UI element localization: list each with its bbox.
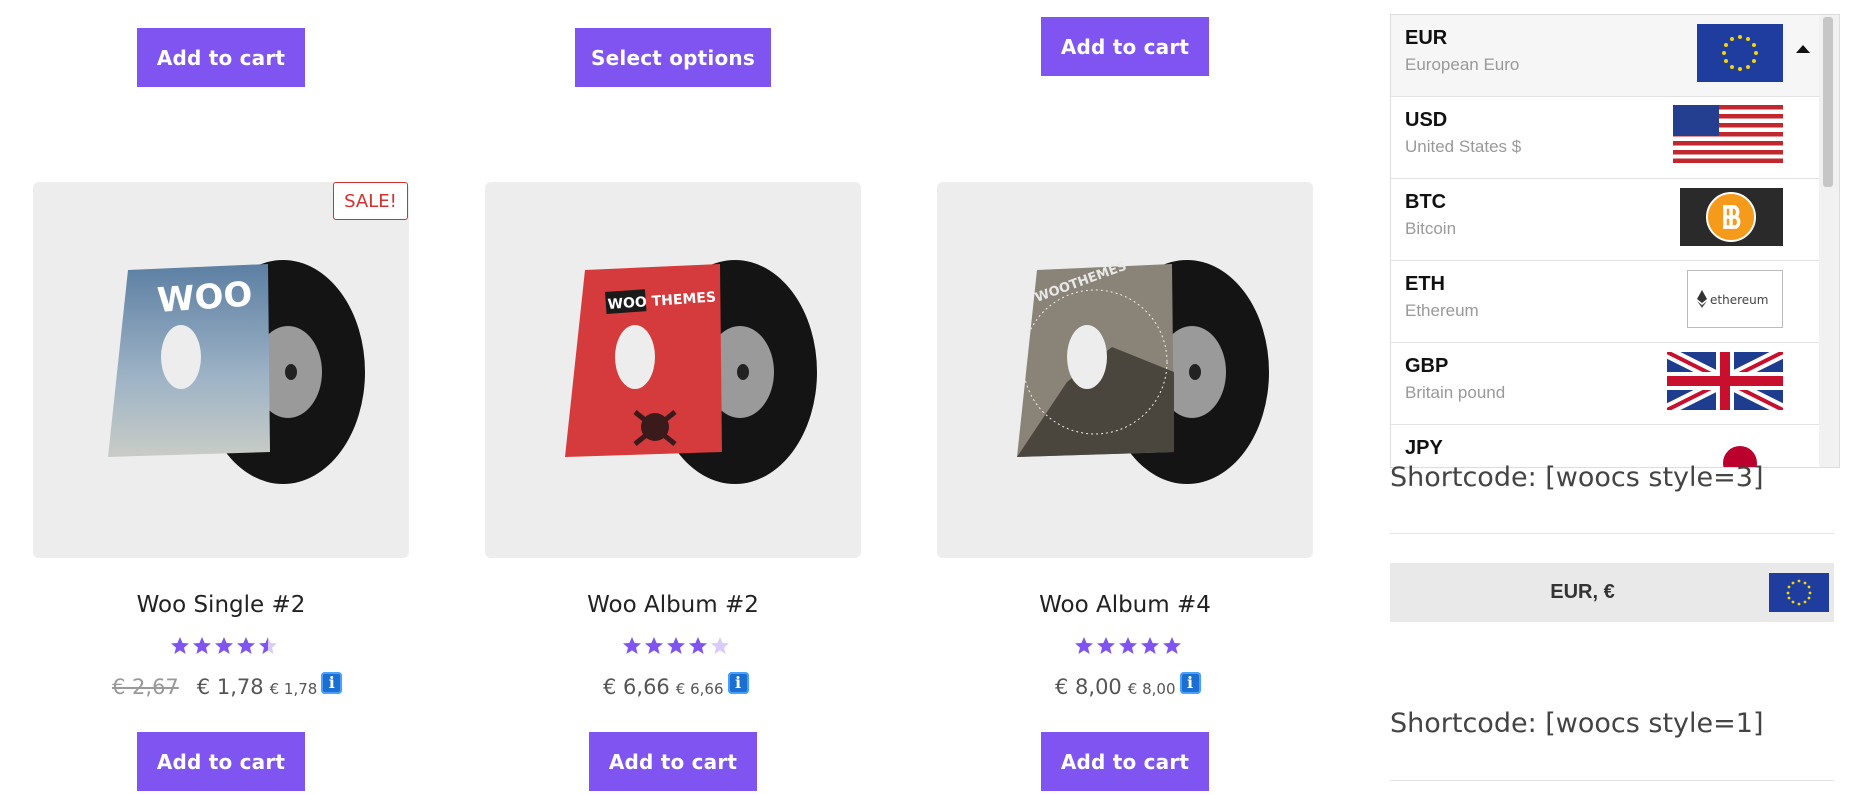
- us-flag-icon: [1673, 105, 1783, 163]
- currency-option-gbp[interactable]: GBP Britain pound: [1391, 343, 1819, 425]
- price: € 6,66: [603, 675, 670, 699]
- currency-code: USD: [1405, 109, 1448, 131]
- product-image[interactable]: WOOTHEMES: [937, 182, 1313, 558]
- info-icon[interactable]: i: [321, 672, 343, 694]
- divider: [1390, 780, 1834, 781]
- star-icon: [689, 637, 707, 654]
- dropdown-scrollbar[interactable]: [1819, 15, 1839, 467]
- currency-code: JPY: [1405, 437, 1443, 459]
- star-icon: [1119, 637, 1137, 654]
- star-icon: [193, 637, 211, 654]
- star-icon: [623, 637, 641, 654]
- product-art-text: WOO: [156, 274, 254, 321]
- add-to-cart-button[interactable]: Add to cart: [1041, 732, 1209, 791]
- product-title[interactable]: Woo Single #2: [33, 592, 409, 618]
- scrollbar-thumb[interactable]: [1823, 17, 1833, 187]
- eu-flag-icon: [1697, 24, 1783, 82]
- uk-flag-icon: [1667, 352, 1783, 410]
- star-icon: [215, 637, 233, 654]
- ethereum-icon: ethereum: [1687, 270, 1783, 328]
- divider: [1390, 533, 1834, 534]
- info-icon[interactable]: i: [727, 672, 749, 694]
- converted-price: € 1,78: [269, 680, 318, 698]
- star-icon: [171, 637, 189, 654]
- sale-price: € 1,78: [196, 675, 264, 699]
- old-price: € 2,67: [112, 675, 179, 699]
- select-options-button[interactable]: Select options: [575, 28, 771, 87]
- star-icon: [1163, 637, 1181, 654]
- shortcode-label: Shortcode: [woocs style=1]: [1390, 708, 1764, 739]
- sale-badge: SALE!: [333, 182, 408, 220]
- star-icon: [711, 637, 729, 654]
- shortcode-label: Shortcode: [woocs style=3]: [1390, 462, 1764, 493]
- add-to-cart-button[interactable]: Add to cart: [589, 732, 757, 791]
- product-title[interactable]: Woo Album #2: [485, 592, 861, 618]
- converted-price: € 8,00: [1127, 680, 1176, 698]
- currency-name: Britain pound: [1405, 383, 1506, 402]
- currency-option-eur[interactable]: EUR European Euro: [1391, 15, 1819, 97]
- currency-code: ETH: [1405, 273, 1445, 295]
- price: € 8,00: [1055, 675, 1122, 699]
- eu-flag-icon: [1769, 573, 1829, 612]
- currency-name: Ethereum: [1405, 301, 1479, 320]
- star-icon: [1097, 637, 1115, 654]
- product-title[interactable]: Woo Album #4: [937, 592, 1313, 618]
- star-icon: [1141, 637, 1159, 654]
- info-icon[interactable]: i: [1179, 672, 1201, 694]
- product-price: € 2,67 € 1,78 € 1,78 i: [112, 672, 343, 700]
- product-image[interactable]: WOO: [33, 182, 409, 558]
- add-to-cart-button[interactable]: Add to cart: [1041, 17, 1209, 76]
- currency-option-btc[interactable]: BTC Bitcoin: [1391, 179, 1819, 261]
- currency-option-eth[interactable]: ETH Ethereum ethereum: [1391, 261, 1819, 343]
- currency-name: United States $: [1405, 137, 1522, 156]
- star-icon: [667, 637, 685, 654]
- currency-dropdown[interactable]: EUR European Euro USD United States $ BT…: [1390, 14, 1840, 468]
- currency-code: EUR: [1405, 27, 1448, 49]
- star-icon: [237, 637, 255, 654]
- ethereum-label: ethereum: [1710, 293, 1768, 307]
- chevron-up-icon[interactable]: [1796, 45, 1810, 53]
- star-rating: [622, 636, 730, 655]
- star-rating: [1074, 636, 1182, 655]
- currency-name: European Euro: [1405, 55, 1520, 74]
- product-price: € 8,00 € 8,00 i: [1055, 672, 1201, 700]
- star-icon: [1075, 637, 1093, 654]
- product-price: € 6,66 € 6,66 i: [603, 672, 749, 700]
- converted-price: € 6,66: [675, 680, 724, 698]
- currency-option-usd[interactable]: USD United States $: [1391, 97, 1819, 179]
- add-to-cart-button[interactable]: Add to cart: [137, 28, 305, 87]
- product-image[interactable]: WOO THEMES: [485, 182, 861, 558]
- star-icon: [645, 637, 663, 654]
- add-to-cart-button[interactable]: Add to cart: [137, 732, 305, 791]
- star-icon: [259, 637, 277, 654]
- star-rating: [170, 636, 278, 655]
- selected-currency: EUR, €: [1550, 581, 1615, 603]
- bitcoin-icon: [1680, 188, 1783, 246]
- currency-name: Bitcoin: [1405, 219, 1457, 238]
- currency-code: GBP: [1405, 355, 1449, 377]
- currency-selector[interactable]: EUR, €: [1390, 563, 1834, 622]
- currency-code: BTC: [1405, 191, 1447, 213]
